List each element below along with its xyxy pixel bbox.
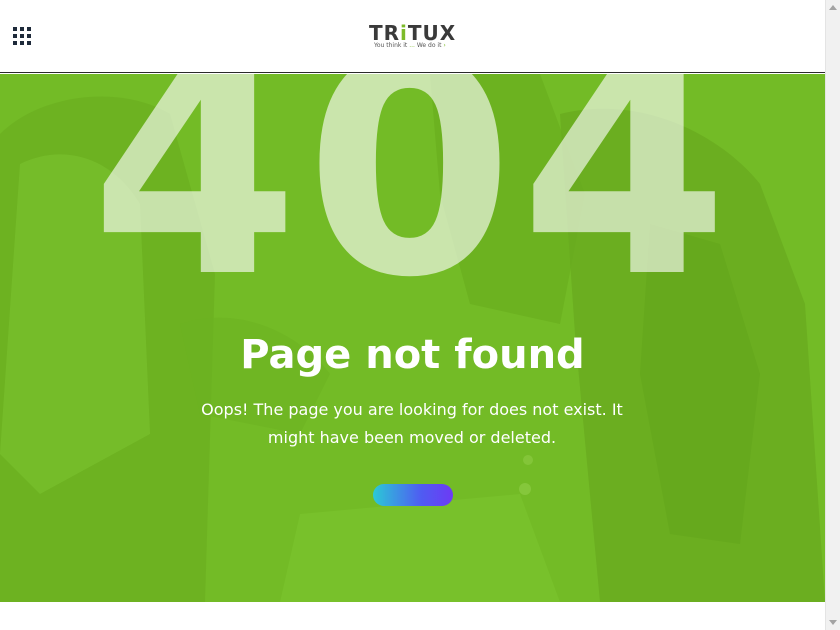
error-hero: 404 Page not found Oops! The page you ar… <box>0 74 825 602</box>
logo-tagline: You think it ... We do it › <box>374 42 446 49</box>
site-header: TRiTUX You think it ... We do it › <box>0 0 825 73</box>
tritux-logo[interactable]: TRiTUX You think it ... We do it › <box>369 22 457 52</box>
page-title: Page not found <box>240 332 585 378</box>
back-home-button[interactable] <box>373 484 453 506</box>
vertical-scrollbar[interactable] <box>825 0 840 630</box>
scroll-down-arrow-icon[interactable] <box>829 620 837 625</box>
error-message: Oops! The page you are looking for does … <box>201 400 623 447</box>
footer-area <box>0 602 825 630</box>
scroll-up-arrow-icon[interactable] <box>829 5 837 10</box>
error-code: 404 <box>90 74 735 343</box>
grid-menu-icon[interactable] <box>13 27 31 45</box>
logo-wordmark: TRiTUX <box>369 21 457 45</box>
